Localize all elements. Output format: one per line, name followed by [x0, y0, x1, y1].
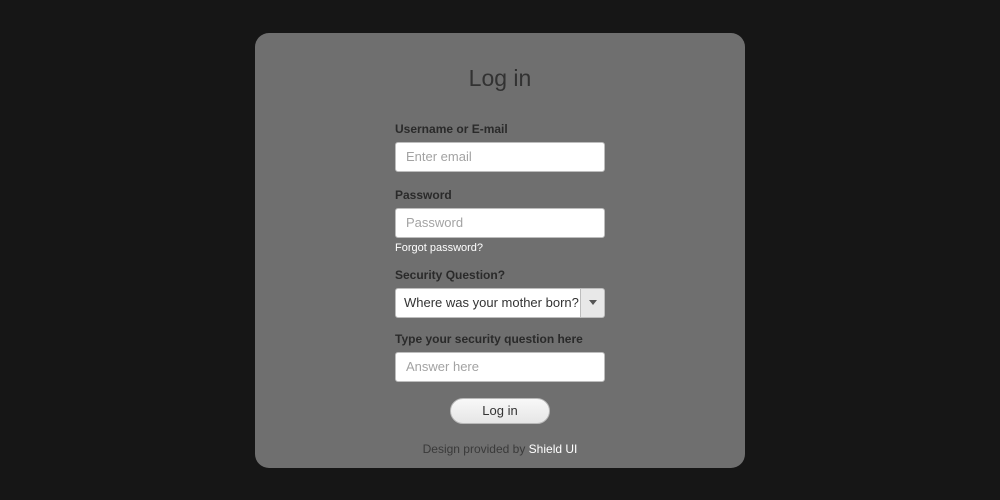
- footer-link[interactable]: Shield UI: [529, 442, 578, 456]
- password-label: Password: [395, 188, 605, 202]
- security-answer-input[interactable]: [395, 352, 605, 382]
- footer-credit: Design provided by Shield UI: [423, 442, 578, 456]
- security-question-value: Where was your mother born?: [395, 288, 581, 318]
- page-title: Log in: [469, 65, 532, 92]
- security-answer-label: Type your security question here: [395, 332, 605, 346]
- login-form: Username or E-mail Password Forgot passw…: [395, 122, 605, 424]
- chevron-down-icon: [589, 300, 597, 305]
- footer-prefix: Design provided by: [423, 442, 529, 456]
- forgot-password-link[interactable]: Forgot password?: [395, 242, 605, 254]
- security-question-label: Security Question?: [395, 268, 605, 282]
- username-label: Username or E-mail: [395, 122, 605, 136]
- login-button[interactable]: Log in: [450, 398, 550, 424]
- security-question-select[interactable]: Where was your mother born?: [395, 288, 605, 318]
- security-question-dropdown-button[interactable]: [581, 288, 605, 318]
- login-panel: Log in Username or E-mail Password Forgo…: [255, 33, 745, 468]
- username-input[interactable]: [395, 142, 605, 172]
- password-input[interactable]: [395, 208, 605, 238]
